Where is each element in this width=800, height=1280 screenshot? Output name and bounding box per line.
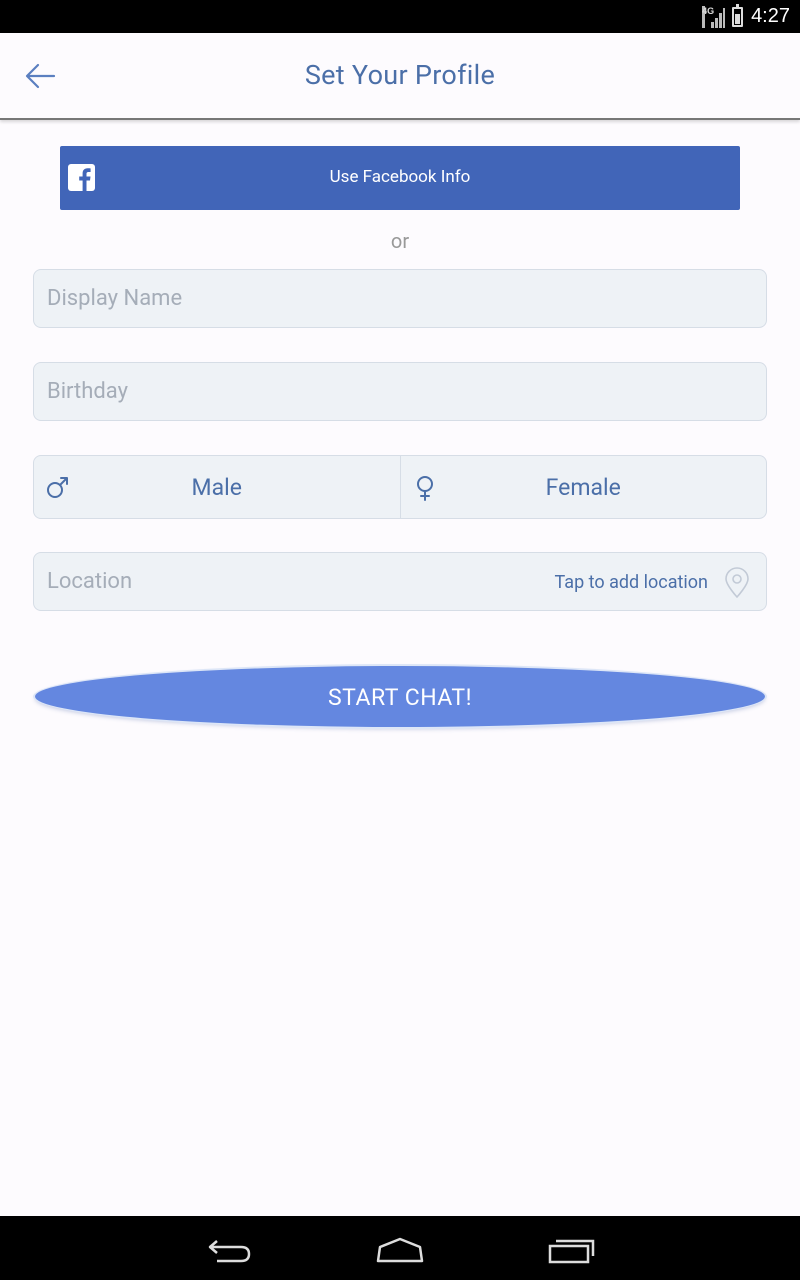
location-field[interactable]: Location Tap to add location bbox=[33, 552, 767, 611]
page-title: Set Your Profile bbox=[304, 59, 496, 91]
status-bar: 4G 4:27 bbox=[0, 0, 800, 33]
facebook-button[interactable]: Use Facebook Info bbox=[60, 146, 740, 210]
gender-male-option[interactable]: Male bbox=[34, 456, 400, 518]
start-chat-button[interactable]: START CHAT! bbox=[35, 666, 765, 727]
battery-icon bbox=[732, 3, 744, 27]
birthday-field[interactable] bbox=[33, 362, 767, 421]
gender-male-label: Male bbox=[191, 474, 242, 501]
location-pin-icon[interactable] bbox=[724, 567, 750, 599]
facebook-button-label: Use Facebook Info bbox=[329, 167, 471, 187]
status-time: 4:27 bbox=[751, 5, 790, 27]
status-icons: 4G 4:27 bbox=[702, 0, 790, 33]
nav-home-icon bbox=[376, 1237, 424, 1263]
or-divider: or bbox=[390, 229, 410, 253]
display-name-field[interactable] bbox=[33, 269, 767, 328]
gender-female-label: Female bbox=[545, 474, 621, 501]
add-location-link[interactable]: Tap to add location bbox=[555, 572, 708, 593]
nav-home-button[interactable] bbox=[375, 1232, 425, 1266]
signal-icon: 4G bbox=[702, 5, 726, 28]
gender-selector: Male Female bbox=[33, 455, 767, 519]
display-name-input[interactable] bbox=[34, 270, 766, 327]
birthday-input[interactable] bbox=[34, 363, 766, 420]
gender-female-option[interactable]: Female bbox=[399, 456, 767, 518]
nav-back-button[interactable] bbox=[205, 1232, 255, 1266]
nav-recents-button[interactable] bbox=[547, 1232, 597, 1266]
system-nav-bar bbox=[0, 1216, 800, 1280]
location-placeholder: Location bbox=[47, 569, 133, 594]
nav-back-icon bbox=[208, 1240, 251, 1263]
app-bar: Set Your Profile bbox=[0, 33, 800, 120]
start-chat-label: START CHAT! bbox=[327, 684, 473, 711]
nav-recents-icon bbox=[548, 1239, 595, 1264]
network-type: 4G bbox=[702, 5, 714, 28]
